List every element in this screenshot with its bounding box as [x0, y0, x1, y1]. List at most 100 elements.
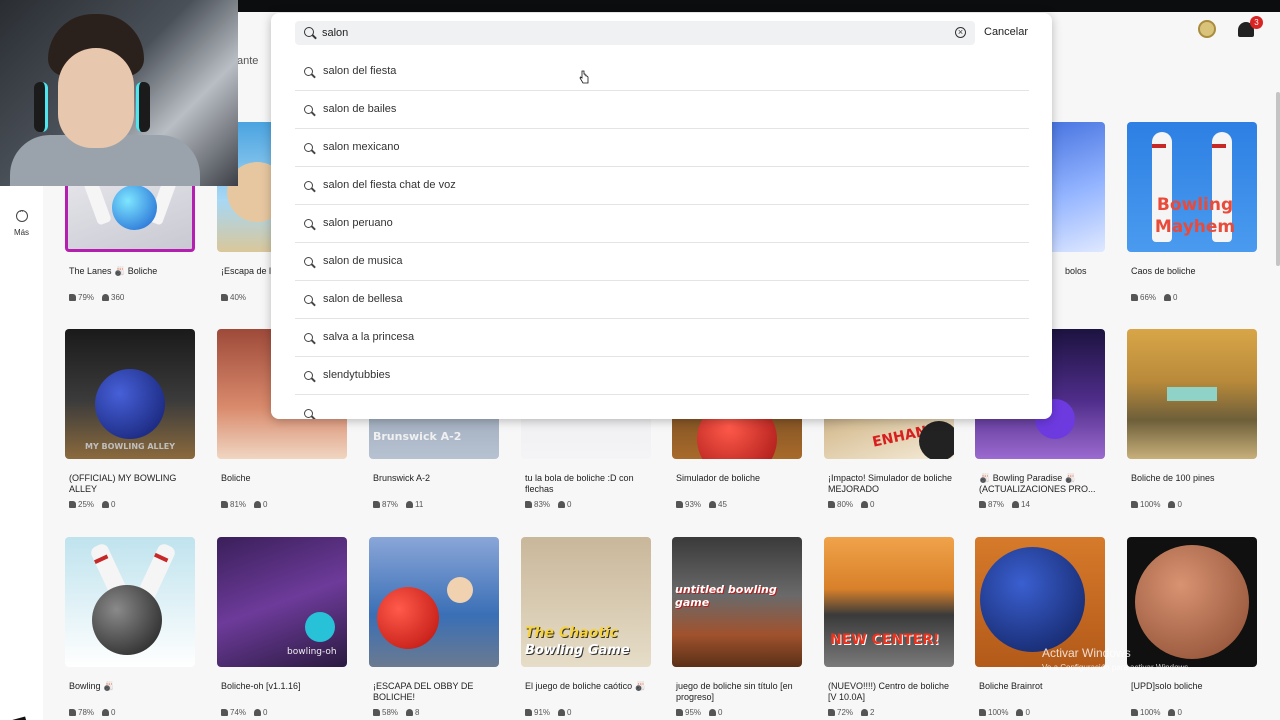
search-icon [304, 295, 313, 304]
suggestion-item[interactable]: salon de musica [295, 243, 1029, 281]
more-button[interactable]: Más [0, 207, 43, 237]
game-title: Boliche de 100 pines [1131, 473, 1215, 483]
game-stats: 91% 0 [521, 708, 651, 717]
game-card[interactable]: MY BOWLING ALLEY (OFFICIAL) MY BOWLING A… [65, 329, 195, 509]
suggestion-label: salon de bailes [323, 103, 397, 115]
game-title: Boliche-oh [v1.1.16] [221, 681, 301, 691]
thumbs-up-icon [676, 709, 683, 716]
game-stats: 100% 0 [1127, 708, 1257, 717]
game-rating: 66% [1140, 293, 1157, 302]
players-icon [102, 294, 110, 301]
robux-icon[interactable] [1198, 20, 1216, 38]
suggestion-item[interactable]: salon de bailes [295, 91, 1029, 129]
game-stats: 81% 0 [217, 500, 347, 509]
game-rating: 81% [230, 500, 247, 509]
game-card[interactable]: ¡ESCAPA DEL OBBY DE BOLICHE! 58% 8 [369, 537, 499, 717]
search-icon [304, 27, 314, 37]
thumbs-up-icon [221, 501, 228, 508]
game-players: 0 [1177, 708, 1182, 717]
game-card[interactable]: untitled bowling game juego de boliche s… [672, 537, 802, 717]
game-title: Bowling 🎳 [69, 681, 115, 691]
game-thumbnail[interactable] [65, 537, 195, 667]
game-stats: 100% 0 [975, 708, 1105, 717]
players-icon [102, 501, 110, 508]
players-icon [102, 709, 110, 716]
game-title: The Lanes 🎳 Boliche [69, 266, 158, 276]
suggestion-item[interactable]: salon de bellesa [295, 281, 1029, 319]
game-stats: 78% 0 [65, 708, 195, 717]
players-icon [558, 501, 566, 508]
scrollbar[interactable] [1276, 92, 1280, 266]
suggestion-item-partial[interactable] [295, 395, 1029, 419]
suggestion-item[interactable]: salon del fiesta chat de voz [295, 167, 1029, 205]
game-players: 0 [870, 500, 875, 509]
thumbs-up-icon [69, 709, 76, 716]
suggestion-item[interactable]: slendytubbies [295, 357, 1029, 395]
suggestion-item[interactable]: salva a la princesa [295, 319, 1029, 357]
clear-search-icon[interactable]: × [955, 27, 966, 38]
game-card[interactable]: NEW CENTER! (NUEVO!!!!) Centro de bolich… [824, 537, 954, 717]
game-rating: 40% [230, 293, 247, 302]
game-card[interactable]: The Chaotic Bowling Game El juego de bol… [521, 537, 651, 717]
game-players: 14 [1021, 500, 1030, 509]
suggestion-label: slendytubbies [323, 369, 391, 381]
cancel-button[interactable]: Cancelar [984, 26, 1028, 38]
game-title: Caos de boliche [1131, 266, 1196, 276]
game-title: 🎳 Bowling Paradise 🎳 (ACTUALIZACIONES PR… [979, 473, 1096, 494]
players-icon [254, 501, 262, 508]
game-thumbnail[interactable]: Bowling Mayhem [1127, 122, 1257, 252]
game-card[interactable]: Boliche de 100 pines 100% 0 [1127, 329, 1257, 509]
players-icon [861, 501, 869, 508]
game-thumbnail[interactable] [369, 537, 499, 667]
tab-partial[interactable]: ante [237, 55, 258, 67]
suggestion-item[interactable]: salon del fiesta [295, 53, 1029, 91]
game-rating: 58% [382, 708, 399, 717]
thumbs-up-icon [373, 709, 380, 716]
search-value: salon [322, 27, 349, 39]
game-thumbnail[interactable]: MY BOWLING ALLEY [65, 329, 195, 459]
game-players: 0 [567, 708, 572, 717]
thumbs-up-icon [221, 294, 228, 301]
players-icon [406, 709, 414, 716]
game-title: Brunswick A-2 [373, 473, 431, 483]
suggestion-item[interactable]: salon peruano [295, 205, 1029, 243]
game-title: El juego de boliche caótico 🎳 [525, 681, 646, 691]
game-rating: 78% [78, 708, 95, 717]
game-card[interactable]: [UPD]solo boliche 100% 0 [1127, 537, 1257, 717]
game-thumbnail[interactable] [1127, 329, 1257, 459]
thumb-caption: Bowling Game [525, 643, 630, 658]
thumbs-up-icon [828, 501, 835, 508]
search-dropdown: salon × Cancelar salon del fiesta salon … [271, 13, 1052, 419]
game-title: (OFFICIAL) MY BOWLING ALLEY [69, 473, 177, 494]
game-stats: 100% 0 [1127, 500, 1257, 509]
suggestion-label: salon de musica [323, 255, 403, 267]
search-input[interactable]: salon × [295, 21, 975, 45]
game-stats: 83% 0 [521, 500, 651, 509]
header-actions: 3 [1198, 15, 1263, 38]
webcam-overlay [0, 0, 238, 186]
game-rating: 83% [534, 500, 551, 509]
game-rating: 79% [78, 293, 95, 302]
search-icon [304, 219, 313, 228]
game-rating: 72% [837, 708, 854, 717]
suggestion-label: salon de bellesa [323, 293, 403, 305]
game-rating: 87% [382, 500, 399, 509]
game-thumbnail[interactable]: bowling-oh [217, 537, 347, 667]
search-icon [304, 105, 313, 114]
game-card[interactable]: Bowling 🎳 78% 0 [65, 537, 195, 717]
game-rating: 100% [1140, 708, 1161, 717]
roblox-logo-icon[interactable] [12, 716, 29, 720]
notifications-bell-icon[interactable]: 3 [1238, 15, 1263, 37]
thumbs-up-icon [979, 709, 986, 716]
game-players: 0 [111, 500, 116, 509]
game-rating: 95% [685, 708, 702, 717]
game-thumbnail[interactable]: NEW CENTER! [824, 537, 954, 667]
search-icon [304, 409, 313, 418]
game-card[interactable]: Bowling Mayhem Caos de boliche 66% 0 [1127, 122, 1257, 302]
game-rating: 91% [534, 708, 551, 717]
game-thumbnail[interactable]: The Chaotic Bowling Game [521, 537, 651, 667]
game-card[interactable]: Boliche Brainrot 100% 0 [975, 537, 1105, 717]
game-thumbnail[interactable]: untitled bowling game [672, 537, 802, 667]
game-card[interactable]: bowling-oh Boliche-oh [v1.1.16] 74% 0 [217, 537, 347, 717]
suggestion-item[interactable]: salon mexicano [295, 129, 1029, 167]
